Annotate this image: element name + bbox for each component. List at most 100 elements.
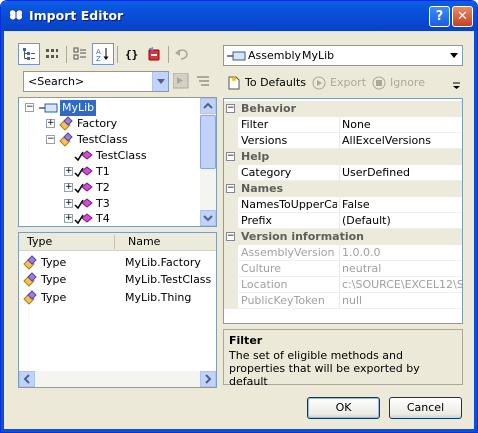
categorized-button[interactable] bbox=[69, 43, 91, 65]
collapse-icon[interactable]: − bbox=[226, 184, 235, 193]
chevron-left-icon bbox=[23, 374, 30, 384]
column-header-type[interactable]: Type bbox=[27, 235, 52, 248]
property-name: PublicKeyToken bbox=[241, 294, 325, 307]
property-row-culture[interactable]: Culture neutral bbox=[224, 261, 462, 277]
chevron-up-icon bbox=[203, 102, 213, 109]
property-name: Filter bbox=[241, 118, 269, 131]
list-item[interactable]: Type MyLib.Factory bbox=[19, 254, 216, 271]
expand-icon[interactable]: + bbox=[64, 167, 73, 176]
category-help[interactable]: − Help bbox=[224, 149, 462, 165]
remove-button[interactable] bbox=[143, 43, 165, 65]
expand-icon[interactable]: + bbox=[64, 183, 73, 192]
title-bar[interactable]: Import Editor ? ✕ bbox=[1, 1, 477, 31]
search-input[interactable]: <Search> bbox=[23, 71, 169, 92]
collapse-icon[interactable]: − bbox=[226, 232, 235, 241]
expand-icon[interactable]: + bbox=[46, 119, 55, 128]
property-value[interactable]: AllExcelVersions bbox=[342, 134, 462, 147]
column-divider bbox=[339, 245, 340, 261]
toolbar-separator bbox=[168, 46, 169, 63]
method-icon bbox=[74, 150, 93, 162]
property-name: Category bbox=[241, 166, 292, 179]
description-text: The set of eligible methods and properti… bbox=[229, 349, 420, 388]
property-value[interactable]: False bbox=[342, 198, 462, 211]
list-item[interactable]: Type MyLib.Thing bbox=[19, 289, 216, 306]
tree-node-label: TestClass bbox=[96, 149, 147, 162]
column-divider bbox=[339, 117, 340, 133]
property-name: AssemblyVersion bbox=[241, 246, 335, 259]
sort-type-icon bbox=[46, 49, 58, 58]
tree-vertical-scrollbar[interactable] bbox=[200, 98, 216, 226]
tree-node-label: T2 bbox=[96, 181, 110, 194]
class-icon bbox=[59, 132, 73, 147]
property-row-category[interactable]: Category UserDefined bbox=[224, 165, 462, 181]
help-button[interactable]: ? bbox=[429, 6, 450, 27]
expand-icon[interactable]: + bbox=[64, 214, 73, 223]
list-item-type: Type bbox=[41, 291, 67, 304]
list-header: Type Name bbox=[19, 233, 216, 251]
cancel-button[interactable]: Cancel bbox=[389, 397, 462, 419]
search-value: <Search> bbox=[28, 75, 85, 88]
class-icon bbox=[23, 255, 37, 270]
property-name: NamesToUpperCas bbox=[241, 198, 337, 211]
hierarchy-view-button[interactable] bbox=[18, 43, 40, 65]
ok-button[interactable]: OK bbox=[307, 397, 380, 419]
property-row-location[interactable]: Location c:\SOURCE\EXCEL12\S bbox=[224, 277, 462, 293]
property-row-versions[interactable]: Versions AllExcelVersions bbox=[224, 133, 462, 149]
list-item-type: Type bbox=[41, 273, 67, 286]
list-horizontal-scrollbar[interactable] bbox=[19, 371, 216, 387]
member-tree[interactable]: − MyLib + Factory − TestClass TestClass … bbox=[18, 97, 217, 227]
property-value: null bbox=[342, 294, 363, 307]
property-row-namestouppercase[interactable]: NamesToUpperCas False bbox=[224, 197, 462, 213]
sort-alpha-button[interactable]: A Z bbox=[92, 43, 114, 65]
overflow-chevron-icon[interactable] bbox=[452, 81, 462, 91]
description-title: Filter bbox=[229, 334, 263, 347]
braces-button[interactable]: {} bbox=[120, 43, 142, 65]
collapse-icon[interactable]: − bbox=[226, 104, 235, 113]
import-editor-window: Import Editor ? ✕ A Z {} <Search> − MyLi… bbox=[0, 0, 478, 433]
column-divider bbox=[339, 165, 340, 181]
scroll-right-button[interactable] bbox=[200, 371, 216, 387]
tree-node-label: TestClass bbox=[77, 133, 128, 146]
property-value[interactable]: UserDefined bbox=[342, 166, 462, 179]
assembly-icon bbox=[227, 51, 246, 61]
column-divider[interactable] bbox=[114, 235, 115, 249]
clear-filter-icon[interactable] bbox=[195, 73, 211, 89]
collapse-icon[interactable]: − bbox=[46, 135, 55, 144]
sort-alpha-icon: A Z bbox=[96, 48, 109, 61]
property-row-assemblyversion[interactable]: AssemblyVersion 1.0.0.0 bbox=[224, 245, 462, 261]
property-value[interactable]: None bbox=[342, 118, 462, 131]
selector-kind: Assembly bbox=[248, 49, 302, 62]
property-row-publickeytoken[interactable]: PublicKeyToken null bbox=[224, 293, 462, 309]
category-version-information[interactable]: − Version information bbox=[224, 229, 462, 245]
scroll-thumb[interactable] bbox=[200, 115, 216, 169]
go-arrow-icon[interactable] bbox=[173, 73, 189, 89]
toolbar-separator bbox=[117, 46, 118, 63]
column-header-name[interactable]: Name bbox=[128, 235, 160, 248]
category-names[interactable]: − Names bbox=[224, 181, 462, 197]
collapse-icon[interactable]: − bbox=[25, 103, 34, 112]
collapse-icon[interactable]: − bbox=[226, 152, 235, 161]
property-row-prefix[interactable]: Prefix (Default) bbox=[224, 213, 462, 229]
butterfly-icon bbox=[9, 9, 23, 21]
window-frame-left bbox=[1, 31, 4, 432]
expand-icon[interactable]: + bbox=[64, 199, 73, 208]
scroll-down-button[interactable] bbox=[200, 210, 216, 226]
search-dropdown-button[interactable] bbox=[152, 72, 168, 91]
list-item[interactable]: Type MyLib.TestClass bbox=[19, 271, 216, 288]
tree-node-label: T4 bbox=[96, 212, 110, 225]
tree-node-label: T1 bbox=[96, 165, 110, 178]
property-grid[interactable]: − Behavior Filter None Versions AllExcel… bbox=[223, 98, 463, 324]
scroll-left-button[interactable] bbox=[19, 371, 35, 387]
type-list[interactable]: Type Name Type MyLib.Factory Type MyLib.… bbox=[18, 232, 217, 388]
selector-dropdown-button[interactable] bbox=[446, 46, 462, 65]
object-selector[interactable]: Assembly MyLib bbox=[223, 45, 463, 66]
category-behavior[interactable]: − Behavior bbox=[224, 101, 462, 117]
sort-type-button[interactable] bbox=[41, 43, 63, 65]
scroll-up-button[interactable] bbox=[200, 98, 216, 114]
tree-node-label: MyLib bbox=[60, 100, 97, 116]
property-row-filter[interactable]: Filter None bbox=[224, 117, 462, 133]
close-button[interactable]: ✕ bbox=[452, 6, 473, 27]
undo-button[interactable] bbox=[171, 43, 193, 65]
property-name: Culture bbox=[241, 262, 282, 275]
property-value[interactable]: (Default) bbox=[342, 214, 462, 227]
